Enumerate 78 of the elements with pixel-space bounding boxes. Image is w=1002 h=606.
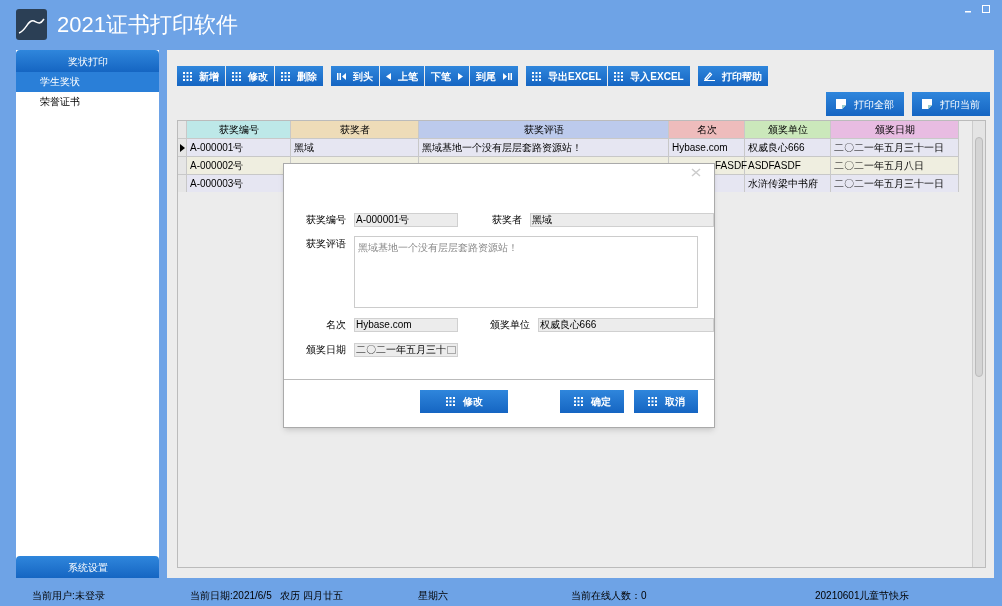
field-label: 颁奖日期: [305, 343, 346, 357]
comment-text-area[interactable]: 黑域基地一个没有层层套路资源站！: [354, 236, 698, 308]
toolbar-button[interactable]: 下笔: [425, 66, 469, 86]
grid-icon: [281, 71, 290, 81]
dialog-button[interactable]: 确定: [560, 390, 624, 413]
row-header[interactable]: [178, 139, 187, 156]
column-header[interactable]: 颁奖日期: [831, 121, 959, 138]
previous-icon: [386, 72, 391, 80]
dialog-button[interactable]: 修改: [420, 390, 508, 413]
grid-icon: [532, 71, 541, 81]
toolbar-button[interactable]: 新增: [177, 66, 225, 86]
sidebar-header-button[interactable]: 奖状打印: [16, 50, 159, 72]
field-label: 获奖编号: [305, 213, 346, 227]
toolbar-button[interactable]: 导出EXCEL: [526, 66, 608, 86]
sidebar-item[interactable]: 荣誉证书: [16, 92, 159, 112]
table-cell-text: 二〇二一年五月八日: [834, 159, 924, 173]
app-logo-icon: [16, 9, 47, 40]
status-text: 当前在线人数：0: [571, 589, 647, 603]
toolbar-button[interactable]: 到尾: [470, 66, 518, 86]
field-label: 获奖评语: [305, 237, 346, 251]
table-cell-text: 水浒传梁中书府: [748, 177, 818, 191]
table-cell-text: 黑域基地一个没有层层套路资源站！: [422, 141, 582, 155]
field-label: 颁奖单位: [488, 318, 530, 332]
window-title: 2021证书打印软件: [57, 11, 238, 39]
toolbar-button[interactable]: 打印帮助: [697, 66, 768, 86]
current-row-icon: [179, 143, 185, 152]
input-field[interactable]: Hybase.com: [354, 317, 458, 332]
input-field[interactable]: 黑域: [529, 212, 714, 227]
status-text: 当前用户:未登录: [32, 589, 105, 603]
grid-icon: [232, 71, 241, 81]
close-icon[interactable]: [690, 167, 702, 178]
column-header[interactable]: 获奖编号: [187, 121, 291, 138]
table-cell-text: 二〇二一年五月三十一日: [834, 141, 944, 155]
table-cell-text: FASDF: [715, 159, 748, 173]
table-cell-text: A-000001号: [190, 141, 244, 155]
print-icon: [836, 99, 846, 109]
toolbar-button[interactable]: 上笔: [380, 66, 424, 86]
input-field[interactable]: 权威良心666: [537, 317, 714, 332]
grid-icon: [183, 71, 192, 81]
skip-last-icon: [503, 72, 512, 80]
table-cell-text: ASDFASDF: [748, 159, 801, 173]
dialog-button[interactable]: 取消: [634, 390, 698, 413]
column-header[interactable]: 获奖者: [291, 121, 419, 138]
toolbar-button[interactable]: 导入EXCEL: [608, 66, 690, 86]
column-header[interactable]: 颁奖单位: [745, 121, 831, 138]
table-cell-text: A-000002号: [190, 159, 244, 173]
skip-first-icon: [337, 72, 346, 80]
table-cell-text: Hybase.com: [672, 141, 728, 155]
pen-icon: [703, 71, 715, 81]
grid-icon: [445, 397, 455, 406]
print-button[interactable]: 打印当前: [912, 92, 990, 116]
print-button[interactable]: 打印全部: [826, 92, 904, 116]
status-text: 当前日期:2021/6/5 农历 四月廿五: [190, 589, 343, 603]
settings-button[interactable]: 系统设置: [16, 556, 159, 578]
scrollbar[interactable]: [972, 121, 985, 567]
grid-icon: [647, 397, 657, 406]
calendar-icon[interactable]: [447, 345, 456, 354]
grid-icon: [614, 71, 624, 81]
status-text: 星期六: [418, 589, 448, 603]
field-label: 名次: [325, 318, 346, 332]
status-text: 20210601儿童节快乐: [815, 589, 910, 603]
table-cell-text: 黑域: [294, 141, 314, 155]
print-icon: [922, 99, 932, 109]
table-row[interactable]: A-000001号 黑域 黑域基地一个没有层层套路资源站！ Hybase.com 权威良心666 二〇二一年五月三十一日: [178, 138, 959, 156]
toolbar-button[interactable]: 删除: [275, 66, 323, 86]
toolbar-button[interactable]: 到头: [331, 66, 379, 86]
column-header[interactable]: 名次: [669, 121, 745, 138]
field-label: 获奖者: [490, 213, 522, 227]
table-cell-text: A-000003号: [190, 177, 244, 191]
sidebar-item[interactable]: 学生奖状: [16, 72, 159, 92]
table-cell-text: 二〇二一年五月三十一日: [834, 177, 944, 191]
column-header[interactable]: 获奖评语: [419, 121, 669, 138]
date-field[interactable]: 二〇二一年五月三十: [354, 342, 458, 357]
table-cell-text: 权威良心666: [748, 141, 805, 155]
toolbar-button[interactable]: 修改: [226, 66, 274, 86]
input-field[interactable]: A-000001号: [354, 212, 458, 227]
next-icon: [458, 72, 463, 80]
grid-icon: [573, 397, 583, 406]
